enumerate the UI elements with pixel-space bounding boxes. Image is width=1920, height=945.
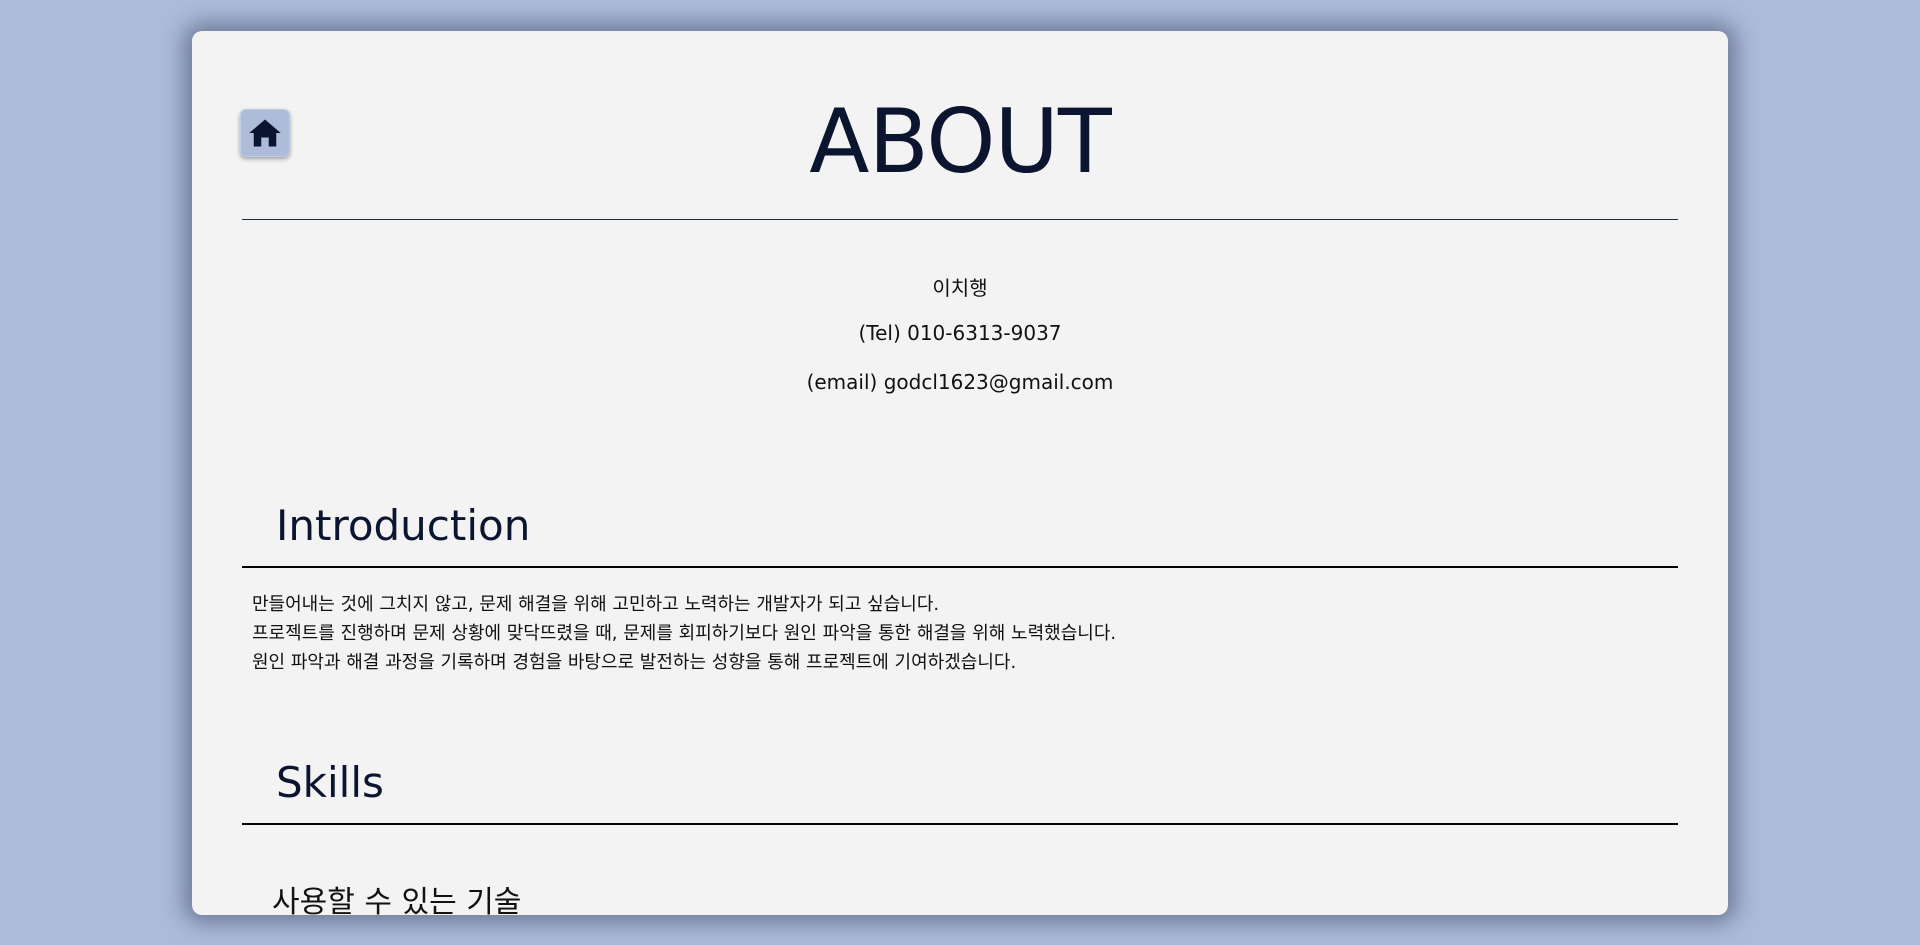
title-divider <box>242 219 1678 220</box>
page-title: ABOUT <box>809 90 1111 193</box>
contact-tel: (Tel) 010-6313-9037 <box>858 321 1062 345</box>
about-card: ABOUT 이치행 (Tel) 010-6313-9037 (email) go… <box>192 31 1728 915</box>
introduction-line: 프로젝트를 진행하며 문제 상황에 맞닥뜨렸을 때, 문제를 회피하기보다 원인… <box>252 623 1117 644</box>
contact-email: (email) godcl1623@gmail.com <box>806 370 1114 394</box>
introduction-heading: Introduction <box>276 501 531 550</box>
skills-subheading: 사용할 수 있는 기술 <box>272 885 522 915</box>
contact-name: 이치행 <box>932 276 988 300</box>
skills-heading: Skills <box>276 758 384 807</box>
introduction-divider <box>242 566 1678 568</box>
introduction-line: 만들어내는 것에 그치지 않고, 문제 해결을 위해 고민하고 노력하는 개발자… <box>252 594 940 615</box>
skills-divider <box>242 823 1678 825</box>
introduction-line: 원인 파악과 해결 과정을 기록하며 경험을 바탕으로 발전하는 성향을 통해 … <box>252 652 1017 673</box>
